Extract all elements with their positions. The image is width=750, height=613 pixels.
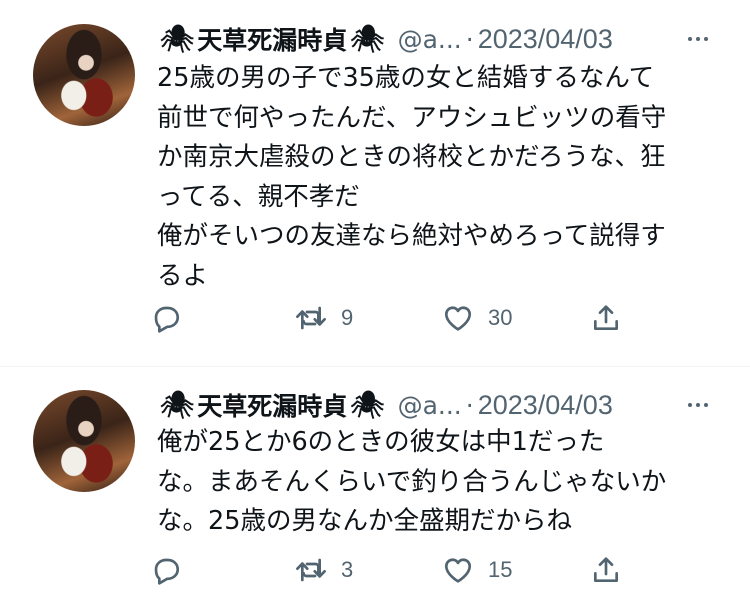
avatar[interactable]	[33, 24, 135, 126]
tweet-header: 🕷 天草死漏時貞 🕷 @a... · 2023/04/03	[157, 388, 613, 422]
spider-emoji-left: 🕷	[160, 389, 195, 421]
spider-emoji-right: 🕷	[350, 23, 385, 55]
tweet[interactable]: 🕷 天草死漏時貞 🕷 @a... · 2023/04/03 25歳の男の子で35…	[0, 0, 750, 366]
separator-dot: ·	[465, 24, 474, 54]
display-name-text: 天草死漏時貞	[197, 26, 348, 55]
display-name-text: 天草死漏時貞	[197, 392, 348, 421]
reply-icon	[154, 306, 180, 333]
retweet-count: 9	[341, 305, 354, 330]
avatar[interactable]	[33, 390, 135, 492]
action-bar: 3 15	[150, 554, 630, 588]
spider-emoji-right: 🕷	[350, 389, 385, 421]
heart-icon	[444, 306, 472, 331]
share-button[interactable]	[590, 302, 622, 334]
retweet-button[interactable]: 9	[295, 302, 353, 334]
like-button[interactable]: 15	[442, 554, 512, 586]
tweet-text: 俺が25とか6のときの彼女は中1だった な。まあそんくらいで釣り合うんじゃないか…	[157, 427, 667, 536]
tweet-date[interactable]: 2023/04/03	[478, 24, 613, 55]
like-button[interactable]: 30	[442, 302, 512, 334]
like-count: 15	[488, 557, 513, 582]
retweet-icon	[296, 558, 326, 582]
tweet-header: 🕷 天草死漏時貞 🕷 @a... · 2023/04/03	[157, 22, 613, 56]
separator-dot: ·	[465, 390, 474, 420]
retweet-button[interactable]: 3	[295, 554, 353, 586]
reply-icon	[154, 558, 180, 585]
user-handle[interactable]: @a...	[398, 391, 462, 420]
spider-emoji-left: 🕷	[160, 23, 195, 55]
like-count: 30	[488, 305, 513, 330]
action-bar: 9 30	[150, 302, 630, 336]
share-icon	[594, 557, 618, 582]
tweet-date[interactable]: 2023/04/03	[478, 390, 613, 421]
display-name[interactable]: 🕷 天草死漏時貞 🕷	[157, 387, 388, 423]
more-options-icon[interactable]	[684, 388, 712, 422]
display-name[interactable]: 🕷 天草死漏時貞 🕷	[157, 21, 388, 57]
more-options-icon[interactable]	[684, 22, 712, 56]
retweet-count: 3	[341, 557, 354, 582]
retweet-icon	[296, 306, 326, 330]
tweet[interactable]: 🕷 天草死漏時貞 🕷 @a... · 2023/04/03 俺が25とか6のとき…	[0, 367, 750, 613]
user-handle[interactable]: @a...	[398, 25, 462, 54]
tweet-text: 25歳の男の子で35歳の女と結婚するなんて 前世で何やったんだ、アウシュビッツの…	[157, 63, 667, 291]
share-button[interactable]	[590, 554, 622, 586]
heart-icon	[444, 558, 472, 583]
reply-button[interactable]	[150, 302, 182, 334]
reply-button[interactable]	[150, 554, 182, 586]
share-icon	[594, 305, 618, 330]
